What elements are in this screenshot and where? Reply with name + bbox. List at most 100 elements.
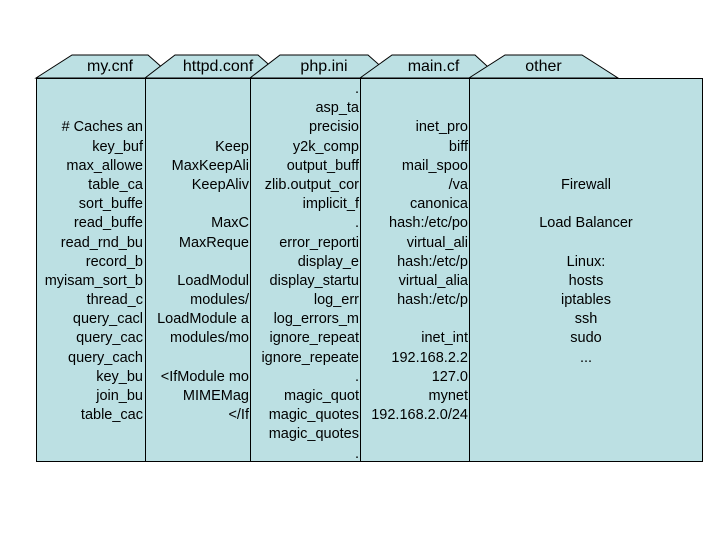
config-line xyxy=(157,349,249,368)
config-line: zlib.output_cor xyxy=(264,176,359,193)
config-line: MIMEMag xyxy=(182,388,249,404)
config-line: hash:/etc/p xyxy=(397,292,468,309)
config-line: ssh xyxy=(574,311,598,328)
config-line: record_b xyxy=(85,253,143,270)
config-line: canonica xyxy=(409,196,468,213)
panel-phpini: . asp_ta precisio y2k_comp output_buff zlib.o… xyxy=(250,78,362,462)
config-line: output_buff xyxy=(286,157,359,174)
config-line: asp_ta xyxy=(315,100,359,117)
config-line: mail_spoo xyxy=(401,157,468,174)
config-line xyxy=(157,253,249,272)
config-line: 127.0 xyxy=(431,368,468,385)
tab-phpini[interactable]: php.ini xyxy=(280,57,368,77)
config-line: <IfModule mo xyxy=(160,368,249,385)
config-line xyxy=(157,195,249,214)
config-line xyxy=(470,99,702,118)
tab-httpdconf[interactable]: httpd.conf xyxy=(172,57,264,77)
config-line: ignore_repeat xyxy=(269,330,360,347)
config-line xyxy=(470,118,702,137)
config-line xyxy=(470,80,702,99)
config-line: magic_quotes xyxy=(268,407,359,424)
config-line xyxy=(371,99,468,118)
tab-mycnf[interactable]: my.cnf xyxy=(72,57,148,77)
config-line: hash:/etc/po xyxy=(389,215,468,232)
config-line: sort_buffe xyxy=(78,196,143,213)
config-line: Load Balancer xyxy=(539,215,633,232)
config-line: . xyxy=(354,445,359,462)
config-line: MaxC xyxy=(211,215,249,232)
config-line xyxy=(470,234,702,253)
config-line: magic_quotes xyxy=(268,426,359,443)
config-line: display_startu xyxy=(269,272,359,289)
config-line: table_cac xyxy=(80,407,143,424)
tab-maincf[interactable]: main.cf xyxy=(392,57,475,77)
config-line xyxy=(470,195,702,214)
config-line xyxy=(157,80,249,99)
config-line: sudo xyxy=(570,330,602,347)
config-line: virtual_ali xyxy=(406,234,468,251)
config-line: . xyxy=(354,215,359,232)
config-line: query_cac xyxy=(76,330,143,347)
config-line: log_errors_m xyxy=(273,311,359,328)
config-line: Linux: xyxy=(566,253,606,270)
config-line: key_bu xyxy=(96,368,143,385)
config-line: modules/ xyxy=(190,292,249,309)
config-line: KeepAliv xyxy=(191,176,249,193)
config-line: # Caches an xyxy=(61,119,143,136)
config-line: read_buffe xyxy=(73,215,143,232)
config-line: query_cacl xyxy=(72,311,143,328)
panel-other-text: Firewall Load Balancer Linux: hosts iptables… xyxy=(470,80,702,368)
panel-other: Firewall Load Balancer Linux: hosts iptables… xyxy=(469,78,703,462)
config-line: . xyxy=(354,368,359,385)
config-line: /va xyxy=(448,176,468,193)
panel-maincf: inet_probiff mail_spoo/va canonica hash:/et… xyxy=(360,78,471,462)
panel-phpini-text: . asp_ta precisio y2k_comp output_buff zlib.o… xyxy=(261,80,360,462)
config-line: modules/mo xyxy=(170,330,249,347)
config-line: virtual_alia xyxy=(398,272,468,289)
config-line: MaxKeepAli xyxy=(171,157,249,174)
config-line: 192.168.2.2 xyxy=(391,349,468,366)
config-line: MaxReque xyxy=(178,234,249,251)
config-line xyxy=(157,99,249,118)
config-line: implicit_f xyxy=(302,196,359,213)
config-line: log_err xyxy=(313,292,359,309)
config-line: 192.168.2.0/24 xyxy=(371,407,468,424)
config-line: ignore_repeate xyxy=(261,349,359,366)
config-line: iptables xyxy=(561,292,611,309)
config-line: LoadModule a xyxy=(157,311,249,328)
config-line xyxy=(157,118,249,137)
config-line: query_cach xyxy=(68,349,143,366)
config-line: y2k_comp xyxy=(292,138,359,155)
config-line: Keep xyxy=(215,138,249,155)
panel-maincf-text: inet_probiff mail_spoo/va canonica hash:/et… xyxy=(371,80,468,425)
config-line: LoadModul xyxy=(177,272,249,289)
config-line: biff xyxy=(448,138,468,155)
panel-httpdconf: Keep MaxKeepAli KeepAliv MaxC MaxReque LoadMo… xyxy=(145,78,252,462)
config-line xyxy=(45,80,143,99)
config-line xyxy=(470,157,702,176)
config-line: table_ca xyxy=(88,176,143,193)
config-line: display_e xyxy=(297,253,359,270)
config-line: hash:/etc/p xyxy=(397,253,468,270)
config-line: join_bu xyxy=(96,388,143,404)
panel-httpdconf-text: Keep MaxKeepAli KeepAliv MaxC MaxReque LoadMo… xyxy=(157,80,249,425)
config-line: error_reporti xyxy=(279,234,359,251)
config-line xyxy=(371,80,468,99)
config-line: mynet xyxy=(428,388,469,404)
panel-mycnf: # Caches an key_buf max_allowe table_ca sort… xyxy=(36,78,146,462)
config-line: key_buf xyxy=(92,138,143,155)
config-line: thread_c xyxy=(86,292,143,309)
config-line: precisio xyxy=(309,119,359,136)
config-line xyxy=(371,310,468,329)
config-line: hosts xyxy=(568,272,604,289)
config-line: magic_quot xyxy=(284,388,359,404)
config-line: . xyxy=(354,81,359,97)
config-files-diagram: # Caches an key_buf max_allowe table_ca sort… xyxy=(0,0,720,540)
config-line: Firewall xyxy=(561,176,611,193)
config-line: inet_pro xyxy=(415,119,468,136)
config-line: ... xyxy=(579,349,593,366)
config-line: </If xyxy=(228,407,249,424)
tab-other[interactable]: other xyxy=(505,57,582,77)
config-line xyxy=(470,138,702,157)
config-line xyxy=(45,99,143,118)
